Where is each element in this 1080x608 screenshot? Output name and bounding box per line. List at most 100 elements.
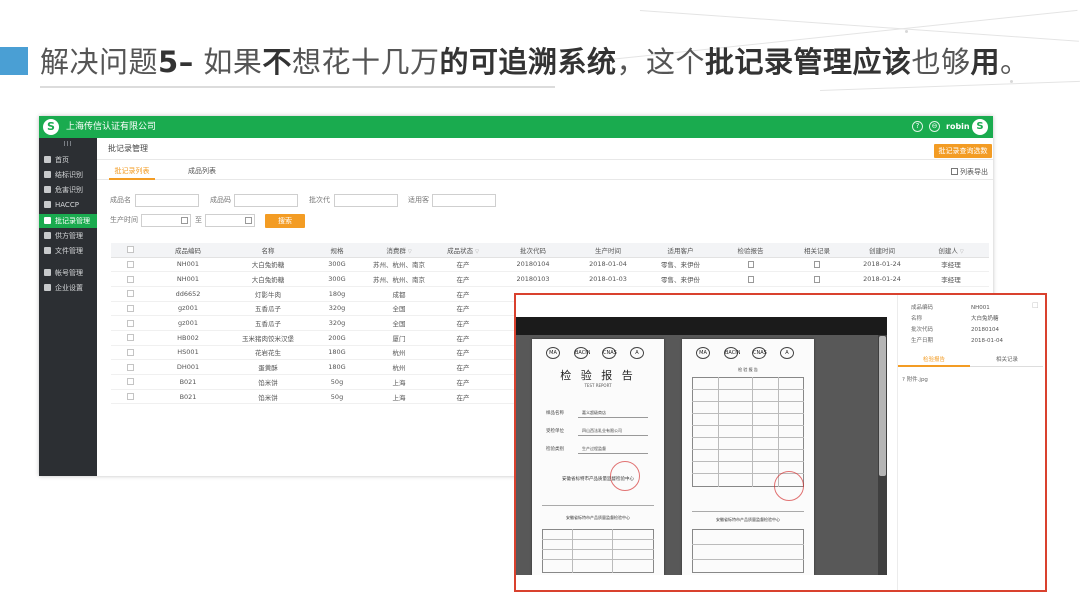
column-header[interactable]: 检验报告 <box>718 243 783 258</box>
sidebar-item-home[interactable]: 首页 <box>39 153 97 167</box>
column-header[interactable]: 相关记录 <box>783 243 851 258</box>
avatar[interactable]: S <box>972 119 988 135</box>
sidebar-item-haccp[interactable]: HACCP <box>39 198 97 212</box>
column-header[interactable]: 生产时间 <box>573 243 643 258</box>
column-header[interactable]: 适用客户 <box>643 243 718 258</box>
checkbox[interactable] <box>126 304 134 312</box>
sidebar-collapse-icon[interactable]: III <box>39 140 97 148</box>
row-checkbox-cell[interactable] <box>111 301 149 317</box>
table-line <box>692 449 804 450</box>
select-all-checkbox[interactable] <box>111 243 149 258</box>
customer-input[interactable] <box>432 194 496 207</box>
row-checkbox-cell[interactable] <box>111 345 149 361</box>
document-icon[interactable] <box>747 260 754 268</box>
column-header[interactable]: 创建时间 <box>851 243 913 258</box>
monitor-icon <box>44 156 51 163</box>
table-line <box>692 559 804 560</box>
calendar-icon[interactable] <box>181 217 188 224</box>
sidebar-item-batch-records[interactable]: 批记录管理 <box>39 214 97 228</box>
checkbox[interactable] <box>126 319 134 327</box>
page-header: 批记录管理 批记录查询选数 <box>97 138 993 160</box>
scrollbar-thumb[interactable] <box>879 336 886 476</box>
checkbox[interactable] <box>126 393 134 401</box>
decorative-line <box>820 80 1080 91</box>
column-header[interactable]: 成品编码 <box>149 243 227 258</box>
sidebar-item-label-identify[interactable]: 结标识别 <box>39 168 97 182</box>
column-header[interactable]: 创建人 ▽ <box>913 243 989 258</box>
column-header[interactable]: 名称 <box>227 243 309 258</box>
table-cell: gz001 <box>149 301 227 317</box>
table-cell: gz001 <box>149 315 227 331</box>
sidebar-item-hazard[interactable]: 危害识别 <box>39 183 97 197</box>
checkbox[interactable] <box>126 275 134 283</box>
report-field-label: 样品名称 <box>546 411 564 416</box>
table-cell[interactable] <box>783 271 851 287</box>
help-icon[interactable]: ? <box>912 121 923 132</box>
sidebar-item-suppliers[interactable]: 供方管理 <box>39 229 97 243</box>
batch-code-input[interactable] <box>334 194 398 207</box>
cnas-logo-icon: CNAS <box>752 347 767 359</box>
row-checkbox-cell[interactable] <box>111 374 149 390</box>
checkbox[interactable] <box>126 246 134 254</box>
chevron-down-icon[interactable]: ▽ <box>475 249 479 255</box>
table-cell: 2018-01-04 <box>573 257 643 273</box>
column-header[interactable]: 规格 <box>309 243 365 258</box>
table-cell: 在产 <box>433 271 493 287</box>
checkbox[interactable] <box>126 290 134 298</box>
tab-related-records[interactable]: 相关记录 <box>971 353 1043 367</box>
table-row[interactable]: NH001 大白兔奶糖 300G 苏州、杭州、南京 在产 20180104 2018-01-… <box>111 257 989 273</box>
sidebar-item-files[interactable]: 文件管理 <box>39 244 97 258</box>
table-line <box>692 389 804 390</box>
product-name-input[interactable] <box>135 194 199 207</box>
row-checkbox-cell[interactable] <box>111 389 149 405</box>
sidebar-item-settings[interactable]: 企业设置 <box>39 281 97 295</box>
table-row[interactable]: NH001 大白兔奶糖 300G 苏州、杭州、南京 在产 20180103 2018-01-… <box>111 271 989 287</box>
row-checkbox-cell[interactable] <box>111 286 149 302</box>
export-link[interactable]: 列表导出 <box>951 167 988 177</box>
search-button[interactable]: 搜索 <box>265 214 305 228</box>
cnas-logo-icon: CNAS <box>602 347 617 359</box>
attachment-link[interactable]: ? 附件.jpg <box>902 375 928 383</box>
tab-product-list[interactable]: 成品列表 <box>179 162 225 180</box>
row-checkbox-cell[interactable] <box>111 271 149 287</box>
table-cell: 320g <box>309 301 365 317</box>
calendar-icon[interactable] <box>245 217 252 224</box>
title-part: 。 <box>1000 45 1030 79</box>
username[interactable]: robin <box>946 116 970 138</box>
table-cell[interactable] <box>783 257 851 273</box>
checkbox[interactable] <box>126 363 134 371</box>
document-icon[interactable] <box>747 275 754 283</box>
row-checkbox-cell[interactable] <box>111 330 149 346</box>
table-cell[interactable] <box>718 257 783 273</box>
report-field-label: 检验类别 <box>546 447 564 452</box>
table-cell: 全国 <box>365 301 433 317</box>
row-checkbox-cell[interactable] <box>111 257 149 273</box>
column-header[interactable]: 消费群 ▽ <box>365 243 433 258</box>
tab-inspection-report[interactable]: 检验报告 <box>898 353 970 367</box>
batch-query-button[interactable]: 批记录查询选数 <box>934 144 992 158</box>
table-cell: 蛋黄酥 <box>227 359 309 375</box>
checkbox[interactable] <box>126 260 134 268</box>
checkbox[interactable] <box>126 378 134 386</box>
filter-label: 批次代 <box>309 196 330 204</box>
row-checkbox-cell[interactable] <box>111 315 149 331</box>
checkbox[interactable] <box>126 334 134 342</box>
table-cell: 300G <box>309 271 365 287</box>
table-cell: 50g <box>309 389 365 405</box>
chevron-down-icon[interactable]: ▽ <box>960 249 964 255</box>
chevron-down-icon[interactable]: ▽ <box>408 249 412 255</box>
product-code-input[interactable] <box>234 194 298 207</box>
table-cell: 苏州、杭州、南京 <box>365 257 433 273</box>
column-header[interactable]: 批次代码 <box>493 243 573 258</box>
table-cell: dd6652 <box>149 286 227 302</box>
table-cell[interactable] <box>718 271 783 287</box>
document-icon[interactable] <box>814 275 820 283</box>
logout-icon[interactable]: ⊖ <box>929 121 940 132</box>
checkbox[interactable] <box>126 348 134 356</box>
document-icon[interactable] <box>814 260 820 268</box>
title-part: 解决问题 <box>40 45 159 79</box>
column-header[interactable]: 成品状态 ▽ <box>433 243 493 258</box>
row-checkbox-cell[interactable] <box>111 359 149 375</box>
sidebar-item-accounts[interactable]: 帐号管理 <box>39 266 97 280</box>
tab-batch-list[interactable]: 批记录列表 <box>109 162 155 180</box>
